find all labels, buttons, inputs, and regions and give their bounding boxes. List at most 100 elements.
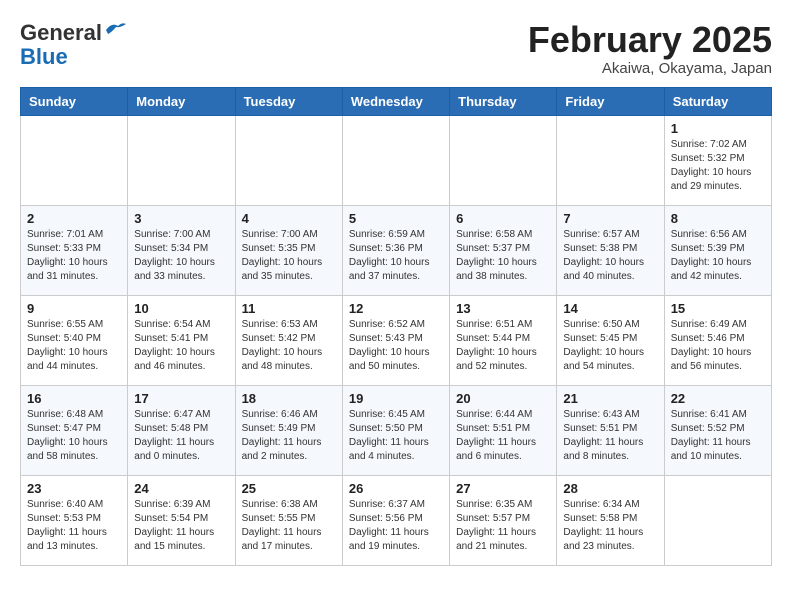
calendar-cell: 12 Sunrise: 6:52 AM Sunset: 5:43 PM Dayli…: [342, 295, 449, 385]
day-number: 17: [134, 391, 228, 406]
day-number: 27: [456, 481, 550, 496]
calendar-header-row: SundayMondayTuesdayWednesdayThursdayFrid…: [21, 87, 772, 115]
calendar-cell: 2 Sunrise: 7:01 AM Sunset: 5:33 PM Daylig…: [21, 205, 128, 295]
calendar-cell: 20Sunrise: 6:44 AM Sunset: 5:51 PM Dayli…: [450, 385, 557, 475]
title-block: February 2025 Akaiwa, Okayama, Japan: [528, 20, 772, 77]
day-number: 16: [27, 391, 121, 406]
calendar-cell: 7 Sunrise: 6:57 AM Sunset: 5:38 PM Daylig…: [557, 205, 664, 295]
calendar-cell: 23Sunrise: 6:40 AM Sunset: 5:53 PM Dayli…: [21, 475, 128, 565]
month-title: February 2025: [528, 20, 772, 60]
day-number: 11: [242, 301, 336, 316]
day-number: 1: [671, 121, 765, 136]
logo: General Blue: [20, 20, 126, 70]
calendar-cell: [21, 115, 128, 205]
calendar-cell: [557, 115, 664, 205]
calendar-cell: 14 Sunrise: 6:50 AM Sunset: 5:45 PM Dayli…: [557, 295, 664, 385]
day-info: Sunrise: 6:34 AM Sunset: 5:58 PM Dayligh…: [563, 498, 657, 554]
day-number: 18: [242, 391, 336, 406]
day-number: 25: [242, 481, 336, 496]
day-info: Sunrise: 6:56 AM Sunset: 5:39 PM Dayligh…: [671, 228, 765, 284]
day-info: Sunrise: 6:39 AM Sunset: 5:54 PM Dayligh…: [134, 498, 228, 554]
day-info: Sunrise: 6:59 AM Sunset: 5:36 PM Dayligh…: [349, 228, 443, 284]
day-info: Sunrise: 6:40 AM Sunset: 5:53 PM Dayligh…: [27, 498, 121, 554]
calendar-cell: 22Sunrise: 6:41 AM Sunset: 5:52 PM Dayli…: [664, 385, 771, 475]
weekday-header: Thursday: [450, 87, 557, 115]
day-info: Sunrise: 6:43 AM Sunset: 5:51 PM Dayligh…: [563, 408, 657, 464]
day-info: Sunrise: 6:38 AM Sunset: 5:55 PM Dayligh…: [242, 498, 336, 554]
weekday-header: Wednesday: [342, 87, 449, 115]
day-number: 9: [27, 301, 121, 316]
day-number: 10: [134, 301, 228, 316]
calendar-cell: 11 Sunrise: 6:53 AM Sunset: 5:42 PM Dayli…: [235, 295, 342, 385]
day-number: 15: [671, 301, 765, 316]
day-info: Sunrise: 6:45 AM Sunset: 5:50 PM Dayligh…: [349, 408, 443, 464]
calendar-cell: 3 Sunrise: 7:00 AM Sunset: 5:34 PM Daylig…: [128, 205, 235, 295]
calendar-cell: 24 Sunrise: 6:39 AM Sunset: 5:54 PM Dayli…: [128, 475, 235, 565]
calendar-cell: 27 Sunrise: 6:35 AM Sunset: 5:57 PM Dayli…: [450, 475, 557, 565]
day-info: Sunrise: 6:58 AM Sunset: 5:37 PM Dayligh…: [456, 228, 550, 284]
calendar-cell: 17 Sunrise: 6:47 AM Sunset: 5:48 PM Dayli…: [128, 385, 235, 475]
day-number: 26: [349, 481, 443, 496]
calendar-week-row: 23Sunrise: 6:40 AM Sunset: 5:53 PM Dayli…: [21, 475, 772, 565]
calendar-cell: [235, 115, 342, 205]
day-info: Sunrise: 6:48 AM Sunset: 5:47 PM Dayligh…: [27, 408, 121, 464]
logo-bird-icon: [104, 20, 126, 38]
calendar-cell: [664, 475, 771, 565]
day-info: Sunrise: 6:51 AM Sunset: 5:44 PM Dayligh…: [456, 318, 550, 374]
day-info: Sunrise: 6:49 AM Sunset: 5:46 PM Dayligh…: [671, 318, 765, 374]
calendar-cell: 15 Sunrise: 6:49 AM Sunset: 5:46 PM Dayli…: [664, 295, 771, 385]
day-info: Sunrise: 7:01 AM Sunset: 5:33 PM Dayligh…: [27, 228, 121, 284]
day-number: 2: [27, 211, 121, 226]
day-info: Sunrise: 6:47 AM Sunset: 5:48 PM Dayligh…: [134, 408, 228, 464]
day-number: 4: [242, 211, 336, 226]
weekday-header: Friday: [557, 87, 664, 115]
day-info: Sunrise: 6:57 AM Sunset: 5:38 PM Dayligh…: [563, 228, 657, 284]
day-info: Sunrise: 6:41 AM Sunset: 5:52 PM Dayligh…: [671, 408, 765, 464]
calendar-cell: 26Sunrise: 6:37 AM Sunset: 5:56 PM Dayli…: [342, 475, 449, 565]
logo-general: General: [20, 20, 102, 46]
calendar-week-row: 1 Sunrise: 7:02 AM Sunset: 5:32 PM Daylig…: [21, 115, 772, 205]
calendar-cell: 5 Sunrise: 6:59 AM Sunset: 5:36 PM Daylig…: [342, 205, 449, 295]
calendar-cell: 9 Sunrise: 6:55 AM Sunset: 5:40 PM Daylig…: [21, 295, 128, 385]
day-info: Sunrise: 7:00 AM Sunset: 5:34 PM Dayligh…: [134, 228, 228, 284]
calendar-cell: 25 Sunrise: 6:38 AM Sunset: 5:55 PM Dayli…: [235, 475, 342, 565]
calendar-cell: 18Sunrise: 6:46 AM Sunset: 5:49 PM Dayli…: [235, 385, 342, 475]
calendar-cell: 1 Sunrise: 7:02 AM Sunset: 5:32 PM Daylig…: [664, 115, 771, 205]
day-info: Sunrise: 6:50 AM Sunset: 5:45 PM Dayligh…: [563, 318, 657, 374]
day-number: 24: [134, 481, 228, 496]
calendar-cell: 13 Sunrise: 6:51 AM Sunset: 5:44 PM Dayli…: [450, 295, 557, 385]
day-info: Sunrise: 7:02 AM Sunset: 5:32 PM Dayligh…: [671, 138, 765, 194]
day-number: 13: [456, 301, 550, 316]
calendar-cell: 21 Sunrise: 6:43 AM Sunset: 5:51 PM Dayli…: [557, 385, 664, 475]
day-number: 8: [671, 211, 765, 226]
calendar-week-row: 9 Sunrise: 6:55 AM Sunset: 5:40 PM Daylig…: [21, 295, 772, 385]
logo-blue: Blue: [20, 44, 68, 70]
day-number: 14: [563, 301, 657, 316]
calendar-cell: 19 Sunrise: 6:45 AM Sunset: 5:50 PM Dayli…: [342, 385, 449, 475]
day-number: 3: [134, 211, 228, 226]
day-number: 28: [563, 481, 657, 496]
day-number: 20: [456, 391, 550, 406]
calendar-cell: 16 Sunrise: 6:48 AM Sunset: 5:47 PM Dayli…: [21, 385, 128, 475]
day-info: Sunrise: 6:55 AM Sunset: 5:40 PM Dayligh…: [27, 318, 121, 374]
day-info: Sunrise: 6:53 AM Sunset: 5:42 PM Dayligh…: [242, 318, 336, 374]
calendar-cell: 8 Sunrise: 6:56 AM Sunset: 5:39 PM Daylig…: [664, 205, 771, 295]
calendar-cell: [450, 115, 557, 205]
location: Akaiwa, Okayama, Japan: [528, 60, 772, 77]
calendar-cell: 6 Sunrise: 6:58 AM Sunset: 5:37 PM Daylig…: [450, 205, 557, 295]
page-header: General Blue February 2025 Akaiwa, Okaya…: [20, 20, 772, 77]
day-number: 12: [349, 301, 443, 316]
day-info: Sunrise: 6:52 AM Sunset: 5:43 PM Dayligh…: [349, 318, 443, 374]
calendar-cell: 4 Sunrise: 7:00 AM Sunset: 5:35 PM Daylig…: [235, 205, 342, 295]
day-number: 5: [349, 211, 443, 226]
calendar-cell: 28 Sunrise: 6:34 AM Sunset: 5:58 PM Dayli…: [557, 475, 664, 565]
day-number: 7: [563, 211, 657, 226]
day-info: Sunrise: 6:54 AM Sunset: 5:41 PM Dayligh…: [134, 318, 228, 374]
day-info: Sunrise: 6:35 AM Sunset: 5:57 PM Dayligh…: [456, 498, 550, 554]
day-number: 6: [456, 211, 550, 226]
weekday-header: Tuesday: [235, 87, 342, 115]
weekday-header: Sunday: [21, 87, 128, 115]
day-info: Sunrise: 7:00 AM Sunset: 5:35 PM Dayligh…: [242, 228, 336, 284]
day-number: 21: [563, 391, 657, 406]
day-number: 19: [349, 391, 443, 406]
